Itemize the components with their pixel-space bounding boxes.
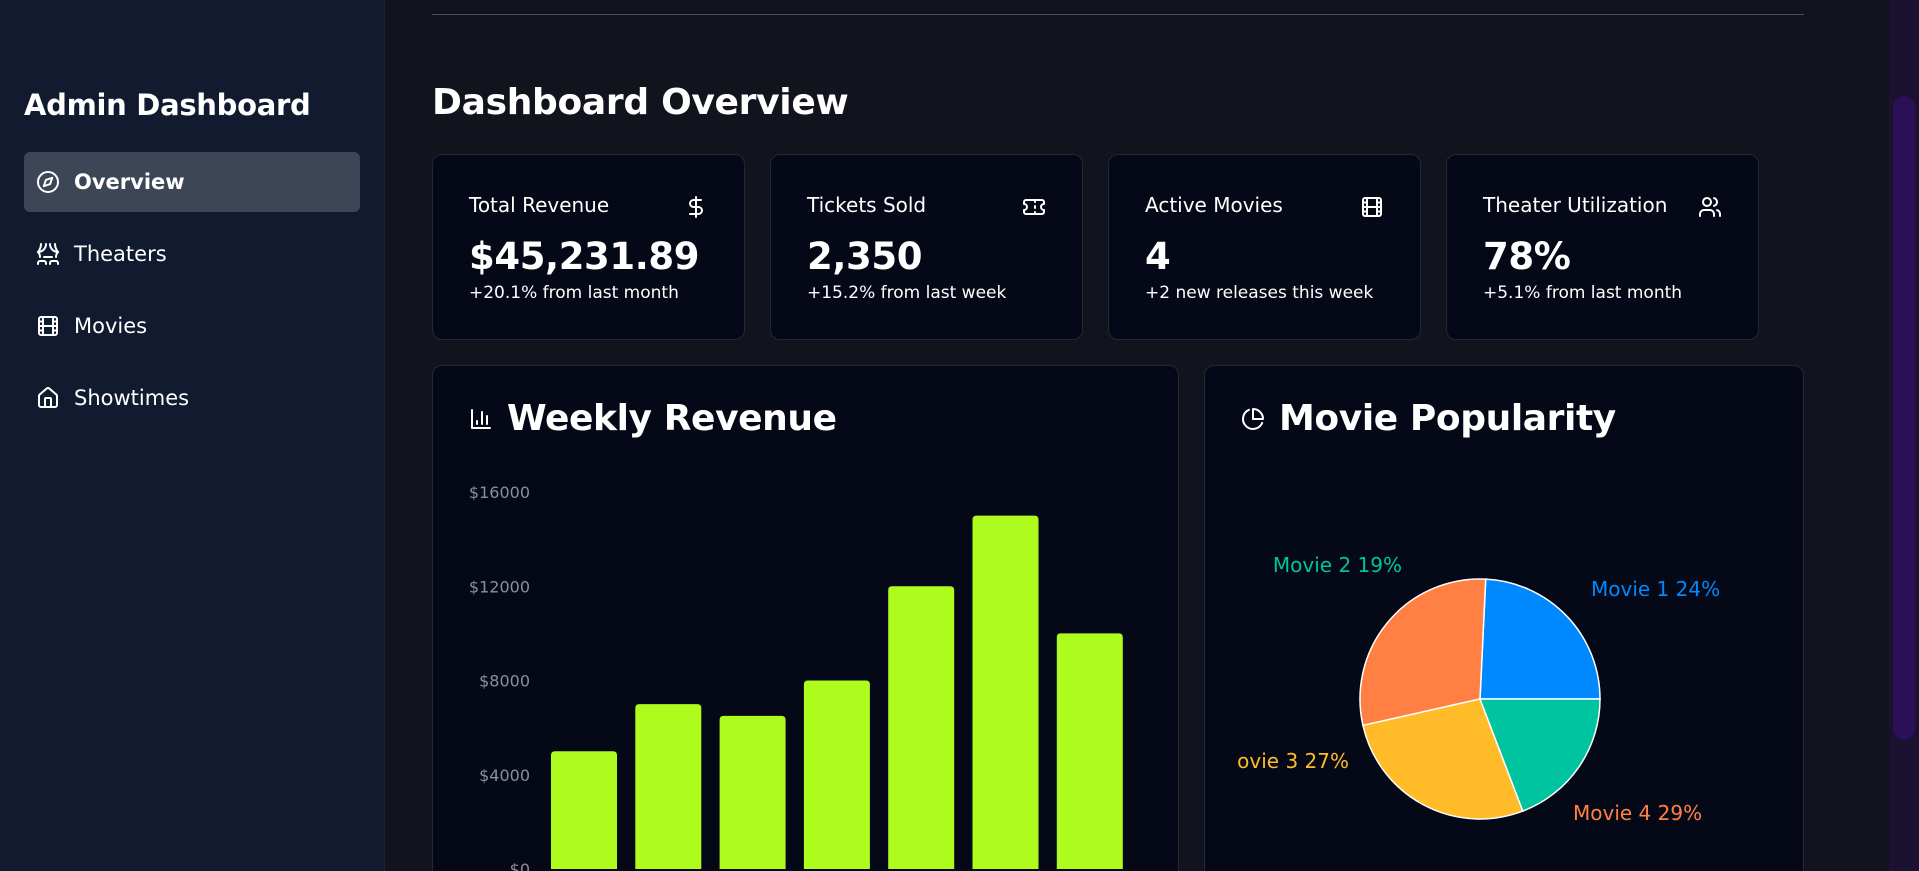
stat-value: $45,231.89 [469,235,700,278]
y-tick-label: $16000 [469,483,530,502]
sidebar-item-label: Overview [74,170,185,194]
users-icon [1698,195,1722,219]
stat-label: Total Revenue [469,193,610,217]
stat-delta: +20.1% from last month [469,283,679,303]
page-title: Dashboard Overview [432,82,849,123]
film-icon [1360,195,1384,219]
stat-label: Theater Utilization [1483,193,1668,217]
sidebar-item-showtimes[interactable]: Showtimes [24,368,360,428]
pie-slice-label: Movie 1 24% [1591,577,1720,601]
stat-card-theater-utilization: Theater Utilization 78% +5.1% from last … [1446,154,1759,340]
sidebar: Admin Dashboard Overview Theaters Movies… [0,0,385,871]
sidebar-item-theaters[interactable]: Theaters [24,224,360,284]
film-icon [36,314,60,338]
compass-icon [36,170,60,194]
revenue-bar[interactable] [635,704,702,869]
stat-card-active-movies: Active Movies 4 +2 new releases this wee… [1108,154,1421,340]
revenue-bar[interactable] [972,515,1039,869]
theater-icon [36,242,60,266]
stat-label: Active Movies [1145,193,1283,217]
main-content: Dashboard Overview Total Revenue $45,231… [386,0,1889,871]
revenue-bar[interactable] [888,586,955,869]
y-tick-label: $0 [510,860,530,871]
pie-slice-label: Movie 2 19% [1273,553,1402,577]
revenue-bar[interactable] [719,715,786,869]
pie-slice-label: Movie 4 29% [1573,801,1702,825]
y-tick-label: $12000 [469,577,530,596]
stat-value: 78% [1483,235,1571,278]
sidebar-item-label: Movies [74,314,148,338]
revenue-bar[interactable] [803,680,870,870]
stat-delta: +2 new releases this week [1145,283,1374,303]
y-tick-label: $4000 [479,766,530,785]
stat-card-tickets-sold: Tickets Sold 2,350 +15.2% from last week [770,154,1083,340]
sidebar-item-overview[interactable]: Overview [24,152,360,212]
sidebar-item-label: Showtimes [74,386,190,410]
ticket-icon [1022,195,1046,219]
stat-delta: +15.2% from last week [807,283,1007,303]
sidebar-item-movies[interactable]: Movies [24,296,360,356]
stat-card-total-revenue: Total Revenue $45,231.89 +20.1% from las… [432,154,745,340]
pie-slice-label: ovie 3 27% [1237,749,1349,773]
dollar-icon [684,195,708,219]
sidebar-nav: Overview Theaters Movies Showtimes [24,152,360,440]
stat-value: 4 [1145,235,1171,278]
stat-label: Tickets Sold [807,193,927,217]
divider [432,14,1804,15]
sidebar-item-label: Theaters [74,242,167,266]
stat-value: 2,350 [807,235,923,278]
revenue-bar[interactable] [1056,633,1123,869]
home-icon [36,386,60,410]
weekly-revenue-chart: $0 $4000 $8000 $12000 $16000 [469,483,1123,871]
pie-slice[interactable] [1479,578,1601,700]
stat-delta: +5.1% from last month [1483,283,1683,303]
scrollbar[interactable] [1889,0,1919,871]
brand-title: Admin Dashboard [24,88,311,122]
revenue-bar[interactable] [551,751,617,869]
movie-popularity-chart: Movie 1 24% Movie 4 29% ovie 3 27% Movie 2 … [1237,553,1720,825]
weekly-revenue-panel: Weekly Revenue $0 $4000 $8000 $12000 $16000 [432,365,1179,871]
y-tick-label: $8000 [479,672,530,691]
movie-popularity-panel: Movie Popularity Movie 1 24% Movie 4 29% o… [1204,365,1804,871]
scrollbar-thumb[interactable] [1893,96,1915,740]
